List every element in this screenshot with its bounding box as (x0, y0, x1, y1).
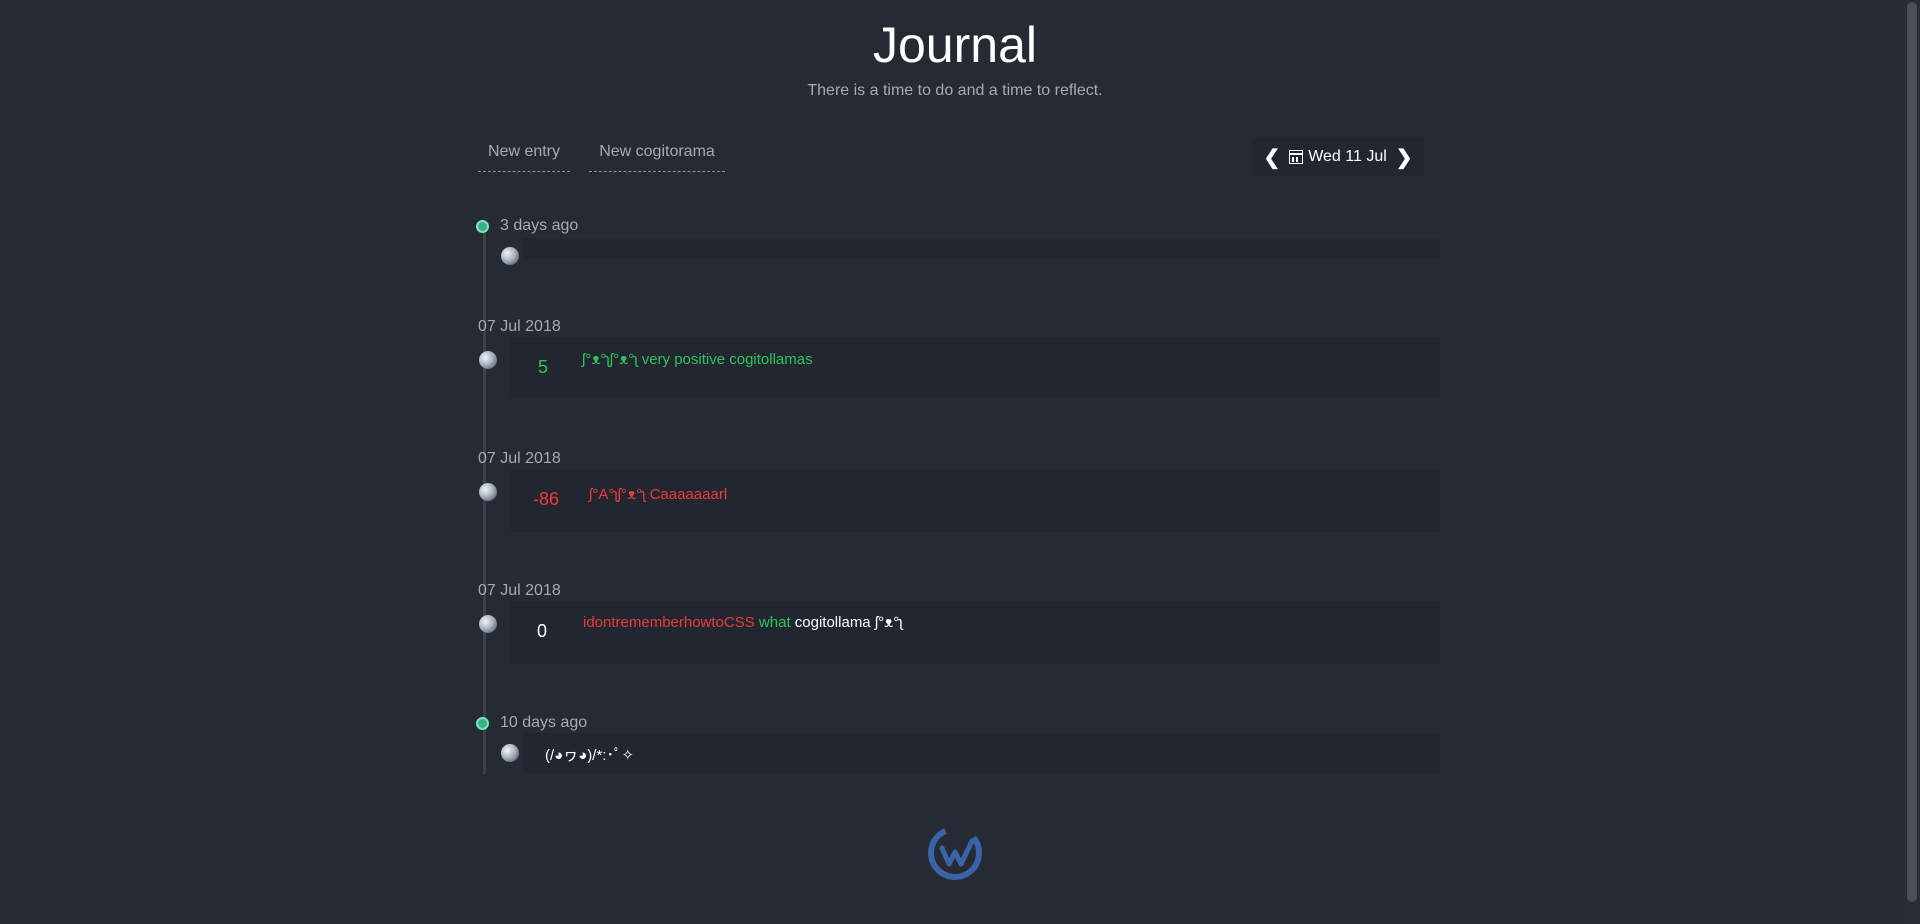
new-cogitorama-button[interactable]: New cogitorama (589, 143, 725, 172)
cogitorama-date: 07 Jul 2018 (478, 318, 561, 335)
timeline-group-label: 3 days ago (500, 217, 579, 234)
scrollbar-track[interactable] (1904, 0, 1920, 924)
date-navigator: ❮ Wed 11 Jul ❯ (1252, 138, 1424, 176)
calendar-icon (1289, 150, 1304, 164)
cogitorama-text: idontrememberhowtoCSS what cogitollama ʃ… (583, 614, 903, 631)
cogitorama-text-negative: idontrememberhowtoCSS (583, 614, 755, 631)
timeline-group-label: 10 days ago (500, 714, 588, 731)
avatar (501, 247, 519, 265)
scrollbar-thumb[interactable] (1907, 2, 1917, 902)
current-date: Wed 11 Jul (1308, 148, 1387, 165)
cogitorama-text: ʃ°ᴥ°ʅʃ°ᴥ°ʅ very positive cogitollamas (582, 351, 813, 368)
cogitorama-date: 07 Jul 2018 (478, 450, 561, 467)
avatar (479, 483, 497, 501)
cogitorama-score: -86 (532, 489, 559, 509)
timeline-dot (476, 717, 489, 730)
avatar (501, 744, 519, 762)
timeline-dot (476, 220, 489, 233)
new-entry-button[interactable]: New entry (478, 143, 570, 172)
cogitorama-score: 5 (537, 357, 548, 377)
cogitorama-card[interactable]: 0 idontrememberhowtoCSS what cogitollama… (511, 601, 1440, 664)
chevron-right-icon[interactable]: ❯ (1396, 145, 1413, 170)
cogitorama-text-neutral: cogitollama ʃ°ᴥ°ʅ (794, 614, 903, 631)
cogitorama-card[interactable]: -86 ʃ°A°ʅʃ°ᴥ°ʅ Caaaaaaarl (511, 469, 1440, 532)
chevron-left-icon[interactable]: ❮ (1263, 145, 1280, 170)
cogitorama-card[interactable]: 5 ʃ°ᴥ°ʅʃ°ᴥ°ʅ very positive cogitollamas (511, 337, 1440, 397)
cogitorama-score: 0 (536, 621, 547, 641)
avatar (479, 351, 497, 369)
journal-entry-text: (/◕ヮ◕)/*:･ﾟ✧ (545, 747, 635, 764)
cogitorama-text: ʃ°A°ʅʃ°ᴥ°ʅ Caaaaaaarl (589, 486, 728, 503)
page-title: Journal (873, 17, 1037, 73)
avatar (479, 615, 497, 633)
cogitorama-text-positive: what (758, 614, 791, 631)
app-logo-icon[interactable] (926, 824, 984, 882)
cogitorama-date: 07 Jul 2018 (478, 582, 561, 599)
journal-entry-card[interactable] (523, 238, 1440, 259)
page-subtitle: There is a time to do and a time to refl… (807, 82, 1103, 99)
journal-entry-card[interactable]: (/◕ヮ◕)/*:･ﾟ✧ (523, 733, 1440, 773)
